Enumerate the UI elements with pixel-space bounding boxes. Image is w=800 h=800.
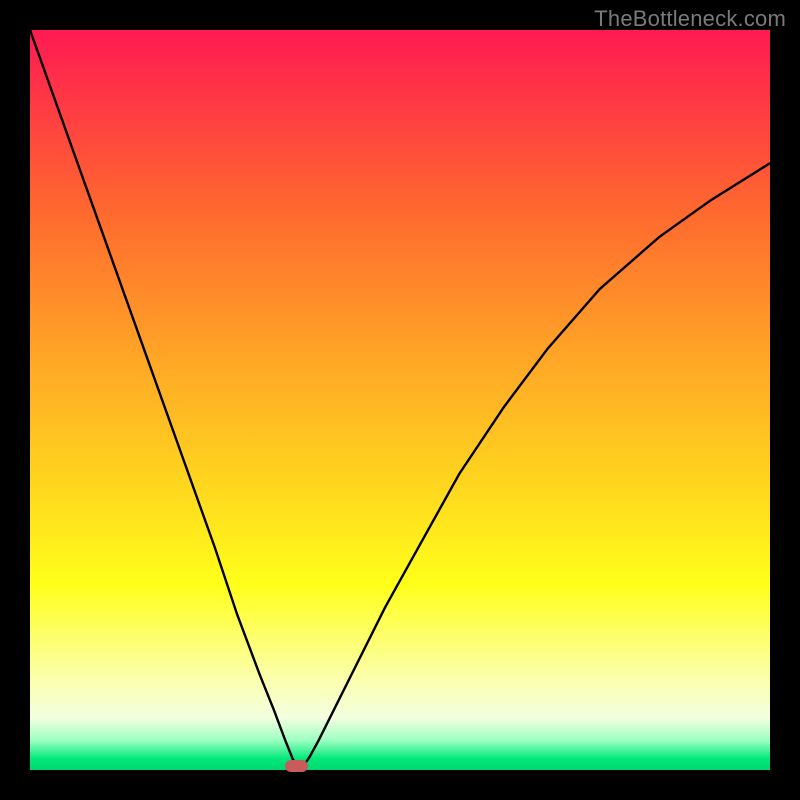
watermark-text: TheBottleneck.com — [594, 6, 786, 32]
optimum-marker — [285, 760, 309, 772]
chart-frame: TheBottleneck.com — [0, 0, 800, 800]
curve-path — [30, 30, 770, 766]
bottleneck-curve — [30, 30, 770, 770]
plot-area — [30, 30, 770, 770]
